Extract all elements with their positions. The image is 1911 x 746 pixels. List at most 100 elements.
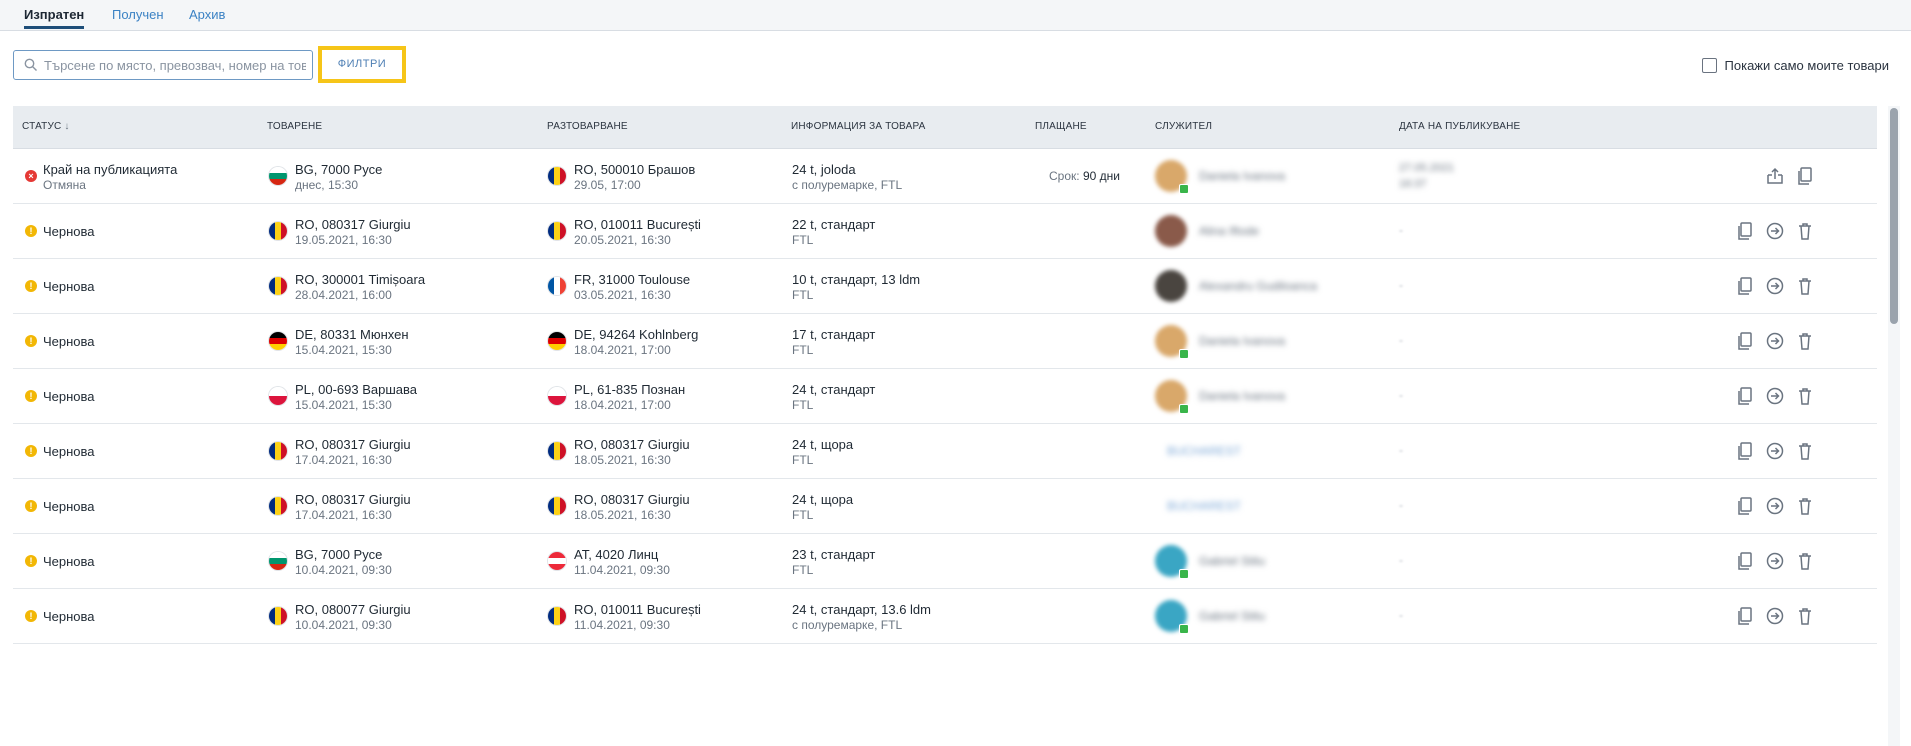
delete-icon[interactable] [1793, 219, 1817, 243]
publish-icon[interactable] [1763, 219, 1787, 243]
employee-name[interactable]: Daniela Ivanova [1199, 334, 1285, 348]
filters-button[interactable]: ФИЛТРИ [318, 46, 406, 83]
delete-icon[interactable] [1793, 604, 1817, 628]
published-date: - [1399, 388, 1403, 402]
publish-icon[interactable] [1763, 549, 1787, 573]
employee-name[interactable]: BUCHAREST [1167, 499, 1241, 513]
loading-place: PL, 00-693 Варшава [295, 382, 417, 397]
header-published: ДАТА НА ПУБЛИКУВАНЕ [1399, 121, 1521, 132]
table-row[interactable]: ! Чернова BG, 7000 Русе 10.04.2021, 09:30 AT… [13, 534, 1877, 589]
scrollbar-thumb[interactable] [1890, 108, 1898, 324]
show-mine-label: Покажи само моите товари [1724, 58, 1889, 73]
published-date: - [1399, 553, 1403, 567]
delete-icon[interactable] [1793, 494, 1817, 518]
unloading-place: RO, 010011 București [574, 602, 701, 617]
delete-icon[interactable] [1793, 439, 1817, 463]
copy-icon[interactable] [1733, 274, 1757, 298]
delete-icon[interactable] [1793, 384, 1817, 408]
cargo-subinfo: FTL [792, 508, 814, 522]
sort-arrow-icon: ↓ [64, 121, 70, 132]
loading-place: DE, 80331 Мюнхен [295, 327, 409, 342]
delete-icon[interactable] [1793, 549, 1817, 573]
employee-cell: Gabriel Stitu [1155, 589, 1395, 655]
loading-date: 15.04.2021, 15:30 [295, 398, 392, 412]
employee-name[interactable]: Alexandru Gudiloanca [1199, 279, 1317, 293]
table-row[interactable]: ! Чернова DE, 80331 Мюнхен 15.04.2021, 15:3… [13, 314, 1877, 369]
copy-icon[interactable] [1733, 219, 1757, 243]
employee-name[interactable]: Daniela Ivanova [1199, 169, 1285, 183]
repost-icon[interactable] [1763, 164, 1787, 188]
publish-icon[interactable] [1763, 439, 1787, 463]
employee-name[interactable]: Gabriel Stitu [1199, 609, 1265, 623]
published-date: - [1399, 443, 1403, 457]
table-row[interactable]: ! Чернова PL, 00-693 Варшава 15.04.2021, 15… [13, 369, 1877, 424]
unloading-place: PL, 61-835 Познан [574, 382, 686, 397]
unloading-date: 03.05.2021, 16:30 [574, 288, 671, 302]
loading-place: RO, 080317 Giurgiu [295, 492, 411, 507]
status-text: Чернова [43, 389, 95, 404]
published-cell: - [1399, 589, 1599, 655]
warning-icon: ! [25, 445, 37, 457]
cargo-subinfo: FTL [792, 563, 814, 577]
header-loading: ТОВАРЕНЕ [267, 121, 323, 132]
loading-date: 10.04.2021, 09:30 [295, 618, 392, 632]
table-row[interactable]: ! Чернова RO, 080317 Giurgiu 17.04.2021, 16… [13, 424, 1877, 479]
unloading-place: AT, 4020 Линц [574, 547, 659, 562]
tab-sent[interactable]: Изпратен [24, 0, 85, 29]
copy-icon[interactable] [1733, 549, 1757, 573]
copy-icon[interactable] [1733, 439, 1757, 463]
tab-archive[interactable]: Архив [189, 0, 225, 29]
table-row[interactable]: ! Чернова RO, 300001 Timișoara 28.04.2021, … [13, 259, 1877, 314]
published-date: - [1399, 278, 1403, 292]
unloading-date: 11.04.2021, 09:30 [574, 563, 670, 577]
publish-icon[interactable] [1763, 274, 1787, 298]
flag-ro-icon [548, 222, 566, 240]
employee-name[interactable]: Daniela Ivanova [1199, 389, 1285, 403]
loading-place: RO, 080317 Giurgiu [295, 217, 411, 232]
published-date: - [1399, 223, 1403, 237]
unloading-place: RO, 010011 București [574, 217, 701, 232]
show-mine-toggle[interactable]: Покажи само моите товари [1701, 57, 1889, 75]
flag-fr-icon [548, 277, 566, 295]
tab-received[interactable]: Получен [112, 0, 164, 29]
online-indicator [1179, 404, 1189, 414]
cargo-info: 24 t, щора [792, 492, 854, 507]
online-indicator [1179, 349, 1189, 359]
delete-icon[interactable] [1793, 329, 1817, 353]
delete-icon[interactable] [1793, 274, 1817, 298]
search-input[interactable] [44, 52, 306, 78]
table-row[interactable]: ! Чернова RO, 080317 Giurgiu 17.04.2021, 16… [13, 479, 1877, 534]
show-mine-checkbox[interactable] [1701, 58, 1717, 73]
unloading-date: 18.05.2021, 16:30 [574, 453, 671, 467]
cargo-subinfo: с полуремарке, FTL [792, 618, 903, 632]
copy-icon[interactable] [1733, 494, 1757, 518]
flag-ro-icon [269, 442, 287, 460]
cargo-subinfo: FTL [792, 343, 814, 357]
table-row[interactable]: ! Чернова RO, 080077 Giurgiu 10.04.2021, 09… [13, 589, 1877, 644]
status-text: Край на публикацията [43, 162, 178, 177]
flag-ro-icon [269, 277, 287, 295]
employee-name[interactable]: BUCHAREST [1167, 444, 1241, 458]
copy-icon[interactable] [1793, 164, 1817, 188]
copy-icon[interactable] [1733, 384, 1757, 408]
published-date: - [1399, 608, 1403, 622]
header-status[interactable]: СТАТУС ↓ [22, 106, 70, 148]
copy-icon[interactable] [1733, 604, 1757, 628]
unloading-date: 18.05.2021, 16:30 [574, 508, 671, 522]
table-row[interactable]: ! Чернова RO, 080317 Giurgiu 19.05.2021, 16… [13, 204, 1877, 259]
publish-icon[interactable] [1763, 329, 1787, 353]
publish-icon[interactable] [1763, 494, 1787, 518]
header-unloading: РАЗТОВАРВАНЕ [547, 121, 628, 132]
employee-name[interactable]: Alina Iftode [1199, 224, 1259, 238]
flag-ro-icon [548, 167, 566, 185]
table-row[interactable]: × Край на публикацията Отмяна BG, 7000 Русе… [13, 149, 1877, 204]
flag-de-icon [269, 332, 287, 350]
employee-name[interactable]: Gabriel Stitu [1199, 554, 1265, 568]
status-text: Чернова [43, 444, 95, 459]
publish-icon[interactable] [1763, 604, 1787, 628]
published-date: - [1399, 333, 1403, 347]
flag-ro-icon [548, 497, 566, 515]
copy-icon[interactable] [1733, 329, 1757, 353]
publish-icon[interactable] [1763, 384, 1787, 408]
cargo-info: 24 t, joloda [792, 162, 856, 177]
